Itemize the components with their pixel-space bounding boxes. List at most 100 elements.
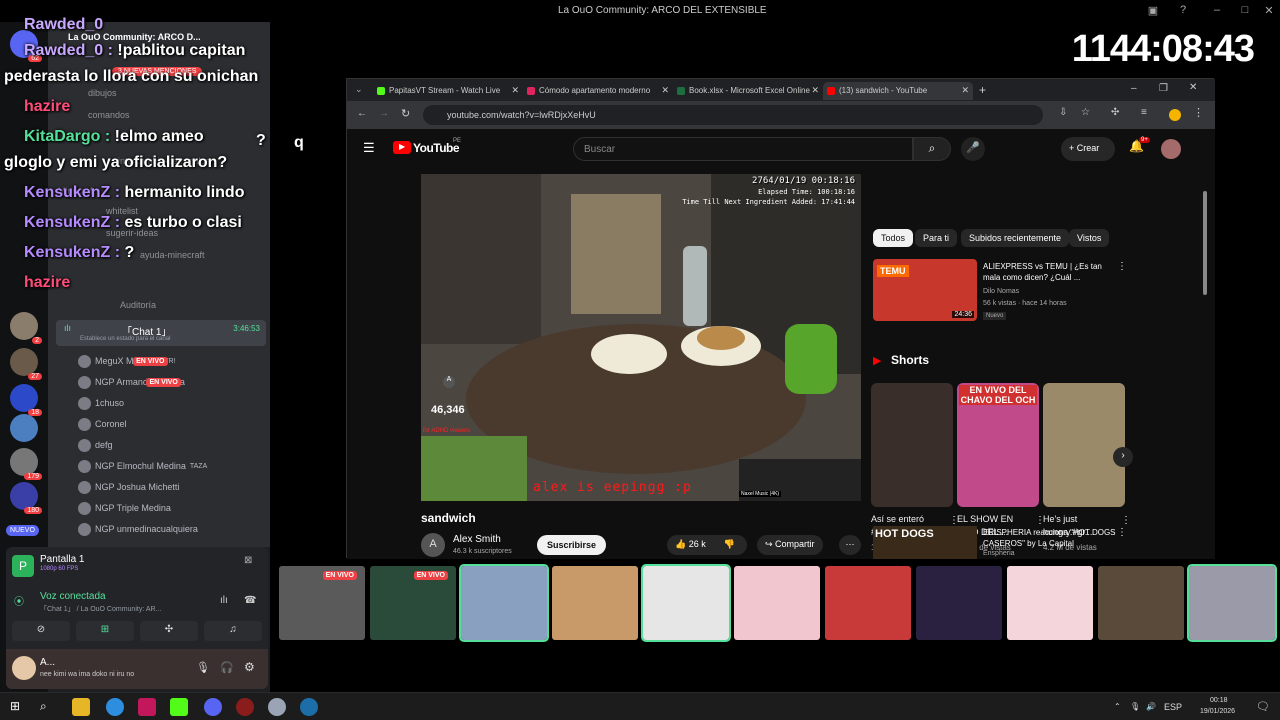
start-icon[interactable]: ⊞ <box>10 699 20 713</box>
noise-icon[interactable]: ılı <box>220 595 228 606</box>
subscribe-button[interactable]: Suscribirse <box>537 535 607 555</box>
channel-avatar[interactable]: A <box>421 533 445 557</box>
rec2-title[interactable]: ERISPHERIA reacciona "HOT DOGS CASEROS" … <box>983 527 1123 549</box>
screen-share-button[interactable]: ⊞ <box>76 621 134 641</box>
menu-icon[interactable]: ⋮ <box>1193 106 1204 119</box>
filter-chip[interactable]: Vistos <box>1069 229 1110 247</box>
dislike-icon[interactable]: 👎 <box>724 539 735 549</box>
soundboard-button[interactable]: ♫ <box>204 621 262 641</box>
help-icon[interactable]: ? <box>1176 4 1190 18</box>
stop-share-icon[interactable]: ⊠ <box>244 555 252 566</box>
stream-tile[interactable] <box>1098 566 1184 640</box>
stream-tile[interactable] <box>1007 566 1093 640</box>
voice-channel-active[interactable]: ılı 「Chat 1」 3:46:53 Establece un estado… <box>56 320 266 346</box>
new-badge[interactable]: NUEVO <box>6 525 39 536</box>
tab-close-icon[interactable]: ✕ <box>811 85 819 96</box>
voice-member[interactable]: NGP Joshua Michetti <box>78 480 183 494</box>
server-icon[interactable]: 179 <box>10 448 42 480</box>
close-icon[interactable]: ✕ <box>1189 82 1197 93</box>
edge-icon[interactable] <box>106 698 124 716</box>
reload-icon[interactable]: ↻ <box>401 107 410 120</box>
obs-icon[interactable] <box>236 698 254 716</box>
server-icon[interactable] <box>10 414 38 442</box>
server-icon[interactable]: 27 <box>10 348 42 380</box>
activities-button[interactable]: ✣ <box>140 621 198 641</box>
browser-tab[interactable]: Book.xlsx - Microsoft Excel Online ✕ <box>673 82 823 100</box>
maximize-icon[interactable]: ❐ <box>1159 83 1168 94</box>
stream-tile[interactable] <box>641 564 731 642</box>
camera-button[interactable]: ⊘ <box>12 621 70 641</box>
forward-icon[interactable]: → <box>379 108 389 119</box>
close-icon[interactable]: ✕ <box>1262 4 1276 18</box>
server-icon[interactable]: 2 <box>10 312 42 344</box>
server-icon[interactable]: 180 <box>10 482 42 514</box>
voice-search-icon[interactable]: 🎤 <box>961 137 985 161</box>
account-avatar[interactable] <box>1161 139 1181 159</box>
tray-chevron-icon[interactable]: ⌃ <box>1114 702 1121 711</box>
filter-chip[interactable]: Subidos recientemente <box>961 229 1070 247</box>
short-thumbnail[interactable] <box>871 383 953 507</box>
notification-icon[interactable]: 🗨 <box>1256 700 1270 713</box>
rec-thumbnail[interactable]: TEMU 24:36 <box>873 259 977 321</box>
server-icon[interactable]: 18 <box>10 384 42 416</box>
short-menu-icon[interactable]: ⋮ <box>1121 515 1131 526</box>
like-button[interactable]: 👍 26 k 👎 <box>667 535 747 555</box>
stream-tile[interactable] <box>734 566 820 640</box>
maximize-icon[interactable]: □ <box>1238 4 1252 18</box>
app-icon[interactable] <box>138 698 156 716</box>
tab-close-icon[interactable]: ✕ <box>511 85 519 96</box>
settings-gear-icon[interactable]: ⚙ <box>244 660 255 674</box>
keyboard-layout[interactable]: ESP <box>1164 702 1182 712</box>
voice-member[interactable]: NGP Triple Medina <box>78 501 175 515</box>
profile-avatar[interactable] <box>1169 109 1181 121</box>
clock-time[interactable]: 00:18 <box>1210 697 1228 704</box>
app-icon[interactable] <box>268 698 286 716</box>
rec2-menu-icon[interactable]: ⋮ <box>1117 527 1127 538</box>
inbox-icon[interactable]: ▣ <box>1146 4 1160 18</box>
youtube-logo-icon[interactable]: ▶ <box>393 141 411 154</box>
tab-close-icon[interactable]: ✕ <box>661 85 669 96</box>
extensions-icon[interactable]: ✣ <box>1111 107 1119 118</box>
stream-tile[interactable] <box>459 564 549 642</box>
search-icon[interactable]: ⌕ <box>40 699 47 714</box>
rec-menu-icon[interactable]: ⋮ <box>1117 261 1127 272</box>
mic-tray-icon[interactable]: 🎙 <box>1130 702 1140 711</box>
stream-tile[interactable] <box>916 566 1002 640</box>
stream-tile[interactable]: EN VIVO <box>279 566 365 640</box>
short-thumbnail[interactable]: EN VIVO DEL CHAVO DEL OCH <box>957 383 1039 507</box>
media-icon[interactable]: ≡ <box>1141 107 1147 118</box>
stream-tile[interactable] <box>825 566 911 640</box>
search-button[interactable]: ⌕ <box>913 137 951 161</box>
kick-icon[interactable] <box>170 698 188 716</box>
voice-member[interactable]: MeguX Medina BTR! EN VIVO <box>78 354 176 368</box>
browser-tab[interactable]: Cómodo apartamento moderno ✕ <box>523 82 673 100</box>
voice-member[interactable]: NGP unmedinacualquiera <box>78 522 202 536</box>
share-button[interactable]: ↪ Compartir <box>757 535 823 555</box>
rec2-channel[interactable]: Erispheria <box>983 550 1015 557</box>
voice-member[interactable]: Coronel <box>78 417 131 431</box>
short-thumbnail[interactable] <box>1043 383 1125 507</box>
avatar[interactable] <box>12 656 36 680</box>
minimize-icon[interactable]: – <box>1210 4 1224 18</box>
next-arrow-icon[interactable]: › <box>1113 447 1133 467</box>
back-icon[interactable]: ← <box>357 108 367 119</box>
clock-date[interactable]: 19/01/2026 <box>1200 708 1235 715</box>
url-input[interactable]: youtube.com/watch?v=lwRDjxXeHvU <box>423 105 1043 125</box>
tab-close-icon[interactable]: ✕ <box>961 85 969 96</box>
voice-member[interactable]: 1chuso <box>78 396 128 410</box>
steam-icon[interactable] <box>300 698 318 716</box>
discord-icon[interactable] <box>204 698 222 716</box>
minimize-icon[interactable]: – <box>1131 83 1137 94</box>
stream-tile[interactable]: EN VIVO <box>370 566 456 640</box>
rec2-thumbnail[interactable]: HOT DOGS <box>873 526 977 559</box>
disconnect-icon[interactable]: ☎ <box>244 595 256 606</box>
create-button[interactable]: + Crear <box>1061 137 1115 161</box>
rec-title[interactable]: ALIEXPRESS vs TEMU | ¿Es tan mala como d… <box>983 261 1113 283</box>
voice-member[interactable]: NGP Armando Medina EN VIVO <box>78 375 189 389</box>
voice-member[interactable]: defg <box>78 438 117 452</box>
volume-icon[interactable]: 🔊 <box>1146 702 1156 711</box>
browser-tab[interactable]: (13) sandwich - YouTube ✕ <box>823 82 973 100</box>
stream-tile[interactable] <box>1187 564 1277 642</box>
headphones-icon[interactable]: 🎧 <box>220 661 234 674</box>
video-player[interactable]: 2764/01/19 00:18:16 Elapsed Time: 100:18… <box>421 174 861 501</box>
